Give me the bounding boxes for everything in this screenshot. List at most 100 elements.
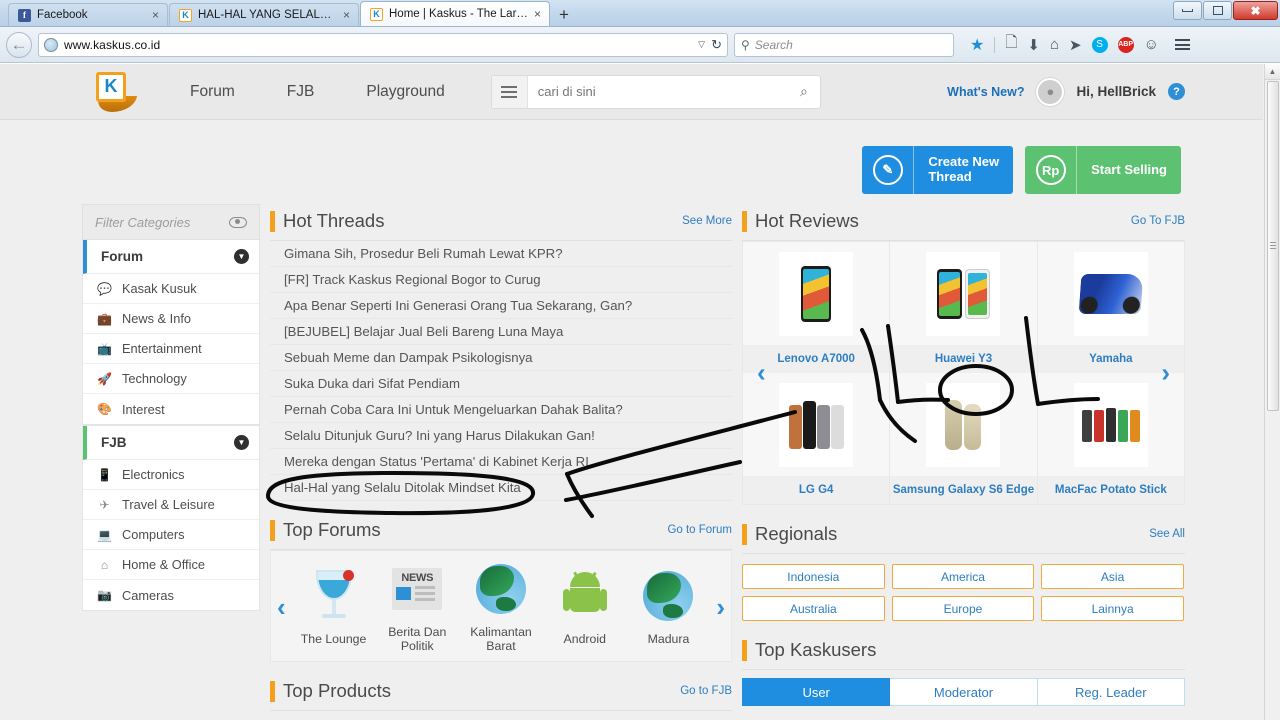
forum-item-android[interactable]: Android <box>543 568 627 646</box>
review-card-lenovo[interactable]: Lenovo A7000 <box>743 242 891 373</box>
user-greeting[interactable]: Hi, HellBrick <box>1076 84 1156 99</box>
search-submit-icon[interactable]: ⌕ <box>788 83 820 100</box>
regional-button-asia[interactable]: Asia <box>1041 564 1184 589</box>
review-card-galaxy-s6[interactable]: Samsung Galaxy S6 Edge <box>890 373 1038 504</box>
help-icon[interactable]: ? <box>1168 83 1185 100</box>
nav-item-fjb[interactable]: FJB <box>261 83 341 101</box>
forum-item-the-lounge[interactable]: The Lounge <box>292 568 376 646</box>
filter-categories-input[interactable]: Filter Categories <box>82 204 260 240</box>
sidebar-item-home-office[interactable]: ⌂ Home & Office <box>83 550 259 580</box>
chevron-down-icon[interactable]: ▼ <box>234 435 249 450</box>
forum-item-kalimantan-barat[interactable]: Kalimantan Barat <box>459 561 543 653</box>
camera-icon: 📷 <box>97 588 112 602</box>
regional-button-america[interactable]: America <box>891 564 1035 589</box>
go-to-fjb-link[interactable]: Go To FJB <box>1131 215 1185 227</box>
sidebar-item-interest[interactable]: 🎨 Interest <box>83 394 259 424</box>
sidebar-group-header-forum[interactable]: Forum ▼ <box>83 240 259 274</box>
reload-icon[interactable]: ↻ <box>711 37 722 53</box>
create-new-thread-button[interactable]: ✎ Create New Thread <box>862 146 1014 194</box>
see-all-link[interactable]: See All <box>1149 528 1185 540</box>
tab-moderator[interactable]: Moderator <box>890 678 1038 706</box>
sidebar-item-cameras[interactable]: 📷 Cameras <box>83 580 259 610</box>
sidebar-item-kasak-kusuk[interactable]: 💬 Kasak Kusuk <box>83 274 259 304</box>
thread-item[interactable]: [BEJUBEL] Belajar Jual Beli Bareng Luna … <box>270 319 732 345</box>
thread-item[interactable]: [FR] Track Kaskus Regional Bogor to Curu… <box>270 267 732 293</box>
whats-new-link[interactable]: What's New? <box>947 85 1024 99</box>
browser-tab-kaskus-home[interactable]: K Home | Kaskus - The Large... × <box>360 1 550 26</box>
download-icon[interactable]: ⬇ <box>1027 36 1040 54</box>
regional-button-australia[interactable]: Australia <box>742 596 885 621</box>
reviews-next-icon[interactable]: › <box>1161 358 1170 389</box>
go-to-fjb-link[interactable]: Go to FJB <box>680 685 732 697</box>
address-bar[interactable]: www.kaskus.co.id ▽ ↻ <box>38 32 728 57</box>
search-input[interactable] <box>527 84 788 99</box>
scroll-up-icon[interactable]: ▲ <box>1265 64 1280 80</box>
chevron-down-icon[interactable]: ▽ <box>698 39 705 50</box>
page-scrollbar[interactable]: ▲ <box>1264 64 1280 720</box>
search-category-icon[interactable] <box>491 75 528 108</box>
browser-search-box[interactable]: ⚲ Search <box>734 32 954 57</box>
close-icon[interactable]: × <box>343 9 350 21</box>
forum-item-madura[interactable]: Madura <box>627 568 711 646</box>
nav-item-forum[interactable]: Forum <box>164 83 261 101</box>
sidebar-item-technology[interactable]: 🚀 Technology <box>83 364 259 394</box>
review-card-yamaha[interactable]: Yamaha <box>1037 242 1184 373</box>
reader-list-icon[interactable]: 🗋 <box>1005 32 1017 57</box>
site-search[interactable]: ⌕ <box>490 74 821 109</box>
sidebar-item-travel-leisure[interactable]: ✈ Travel & Leisure <box>83 490 259 520</box>
new-tab-button[interactable]: + <box>551 4 577 26</box>
see-more-link[interactable]: See More <box>682 215 732 227</box>
thread-item[interactable]: Pernah Coba Cara Ini Untuk Mengeluarkan … <box>270 397 732 423</box>
skype-icon[interactable]: S <box>1091 36 1108 53</box>
bookmark-star-icon[interactable]: ★ <box>970 35 984 55</box>
browser-menu-icon[interactable] <box>1174 39 1190 50</box>
start-selling-button[interactable]: Rp Start Selling <box>1025 146 1181 194</box>
browser-tab-hal-hal[interactable]: K HAL-HAL YANG SELALU DI... × <box>169 3 359 26</box>
tab-user[interactable]: User <box>742 678 891 706</box>
browser-window: f Facebook × K HAL-HAL YANG SELALU DI...… <box>0 0 1280 720</box>
thread-item[interactable]: Suka Duka dari Sifat Pendiam <box>270 371 732 397</box>
go-to-forum-link[interactable]: Go to Forum <box>667 524 732 536</box>
sidebar-item-entertainment[interactable]: 📺 Entertainment <box>83 334 259 364</box>
eye-icon[interactable] <box>229 216 247 228</box>
thread-item[interactable]: Apa Benar Seperti Ini Generasi Orang Tua… <box>270 293 732 319</box>
carousel-prev-icon[interactable]: ‹ <box>271 592 292 623</box>
thread-item[interactable]: Gimana Sih, Prosedur Beli Rumah Lewat KP… <box>270 241 732 267</box>
review-card-lg-g4[interactable]: LG G4 <box>743 373 891 504</box>
close-window-icon[interactable]: ✖ <box>1233 1 1278 20</box>
sidebar-item-news-info[interactable]: 💼 News & Info <box>83 304 259 334</box>
forum-item-berita-dan-politik[interactable]: NEWS Berita Dan Politik <box>375 561 459 653</box>
regional-button-lainnya[interactable]: Lainnya <box>1041 596 1184 621</box>
thread-item[interactable]: Sebuah Meme dan Dampak Psikologisnya <box>270 345 732 371</box>
review-card-macfac[interactable]: MacFac Potato Stick <box>1037 373 1184 504</box>
send-icon[interactable]: ➤ <box>1069 36 1082 54</box>
product-image <box>926 383 1001 467</box>
back-button[interactable]: ← <box>6 31 32 58</box>
browser-tab-facebook[interactable]: f Facebook × <box>8 3 168 26</box>
reviews-prev-icon[interactable]: ‹ <box>757 358 766 389</box>
kaskus-logo-icon[interactable]: K <box>96 71 138 112</box>
carousel-next-icon[interactable]: › <box>710 592 731 623</box>
thread-item[interactable]: Selalu Ditunjuk Guru? Ini yang Harus Dil… <box>270 423 732 449</box>
smiley-icon[interactable]: ☺ <box>1144 36 1159 53</box>
home-icon[interactable]: ⌂ <box>1050 36 1059 53</box>
nav-item-playground[interactable]: Playground <box>340 83 470 101</box>
close-icon[interactable]: × <box>534 8 541 20</box>
scrollbar-thumb[interactable] <box>1267 81 1279 411</box>
adblock-icon[interactable]: ABP <box>1117 36 1134 53</box>
tab-reg-leader[interactable]: Reg. Leader <box>1037 678 1185 706</box>
regional-button-europe[interactable]: Europe <box>891 596 1035 621</box>
regionals-buttons: Indonesia America Asia Australia Europe … <box>742 554 1185 621</box>
thread-item[interactable]: Mereka dengan Status 'Pertama' di Kabine… <box>270 449 732 475</box>
review-card-huawei[interactable]: Huawei Y3 <box>890 242 1038 373</box>
close-icon[interactable]: × <box>152 9 159 21</box>
sidebar-group-header-fjb[interactable]: FJB ▼ <box>83 426 259 460</box>
regional-button-indonesia[interactable]: Indonesia <box>742 564 885 589</box>
sidebar-item-electronics[interactable]: 📱 Electronics <box>83 460 259 490</box>
thread-item-annotated[interactable]: Hal-Hal yang Selalu Ditolak Mindset Kita <box>270 475 732 501</box>
maximize-icon[interactable] <box>1203 1 1232 20</box>
minimize-icon[interactable] <box>1173 1 1202 20</box>
avatar[interactable]: ● <box>1036 77 1065 106</box>
sidebar-item-computers[interactable]: 💻 Computers <box>83 520 259 550</box>
chevron-down-icon[interactable]: ▼ <box>234 249 249 264</box>
